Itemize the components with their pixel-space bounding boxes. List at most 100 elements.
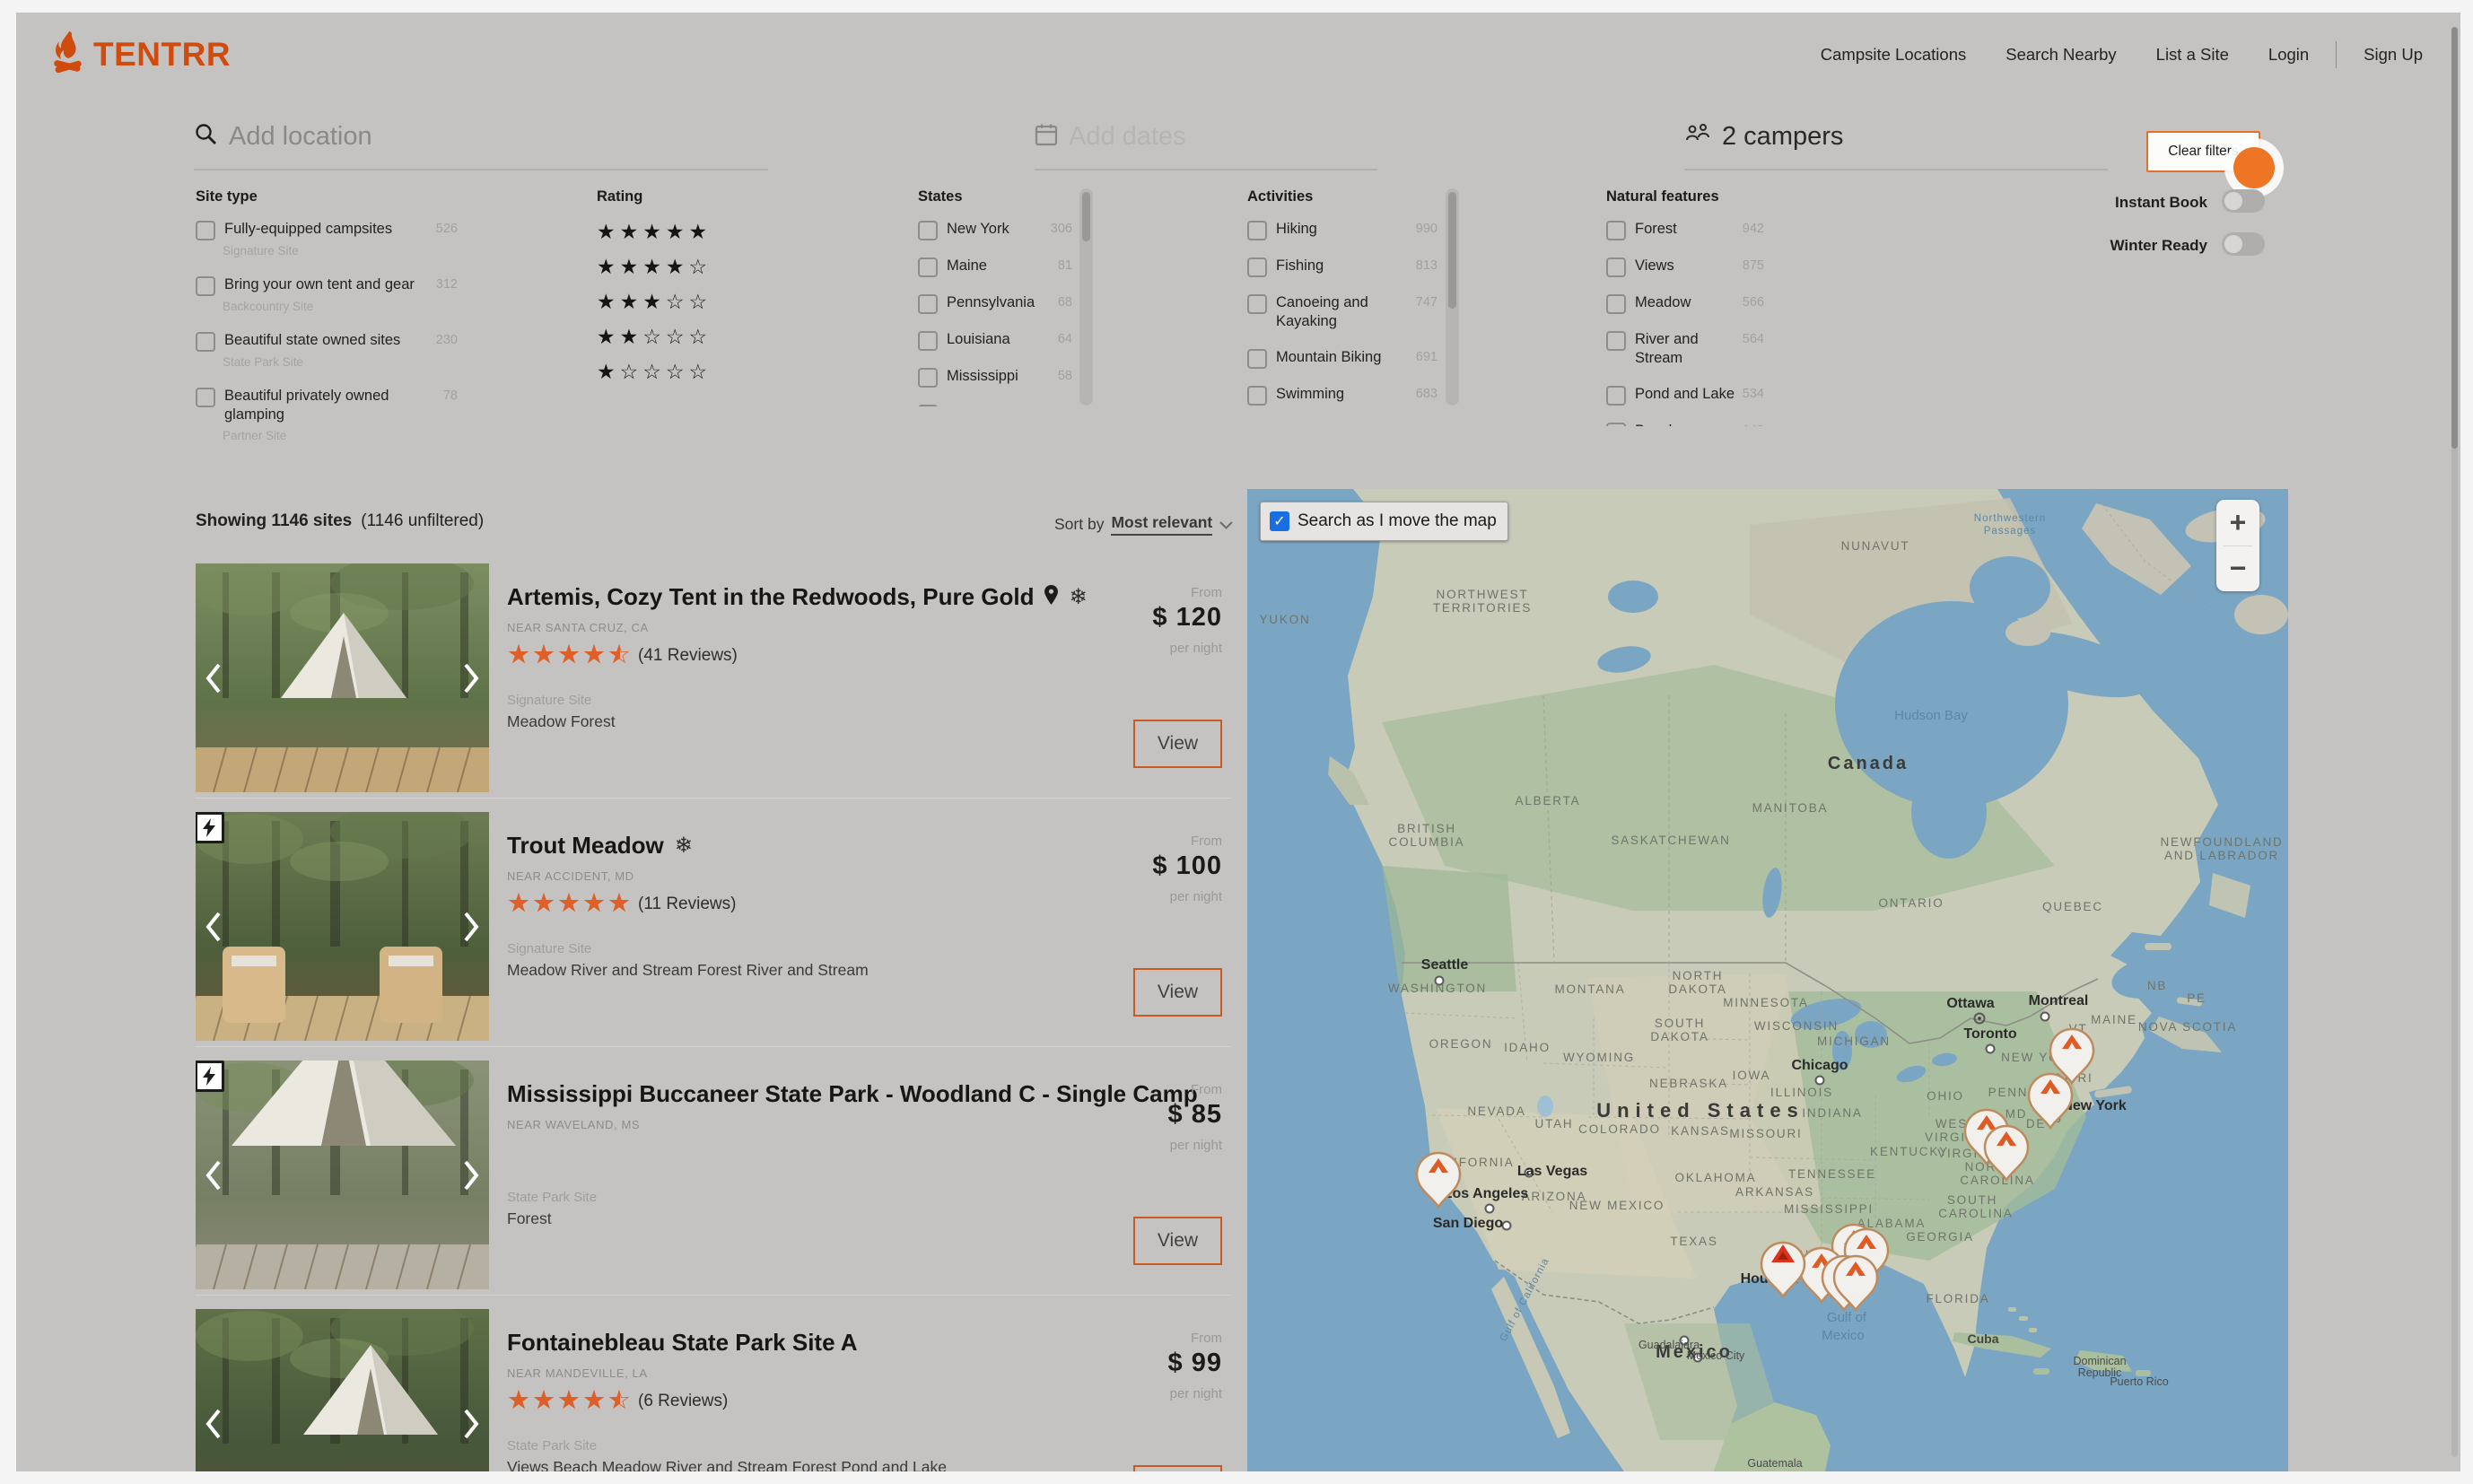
location-search-input[interactable]: Add location: [194, 118, 372, 154]
checkbox-icon[interactable]: [918, 294, 938, 314]
filter-checkbox-row[interactable]: Beach149: [1606, 422, 1764, 426]
site-title[interactable]: Artemis, Cozy Tent in the Redwoods, Pure…: [507, 583, 1088, 611]
carousel-prev-icon[interactable]: [203, 909, 224, 945]
zoom-out-button[interactable]: −: [2216, 546, 2259, 592]
checkbox-icon[interactable]: [1606, 386, 1626, 406]
checkbox-icon[interactable]: [1606, 294, 1626, 314]
checkbox-icon[interactable]: [1247, 221, 1267, 240]
instant-book-toggle[interactable]: [2222, 189, 2265, 213]
activities-scrollbar[interactable]: [1446, 188, 1459, 406]
checkbox-icon[interactable]: [1247, 386, 1267, 406]
winter-ready-toggle[interactable]: [2222, 232, 2265, 256]
view-button[interactable]: View: [1133, 1465, 1222, 1471]
filter-checkbox-row[interactable]: River and Stream564: [1606, 330, 1764, 369]
checkbox-icon[interactable]: [918, 331, 938, 351]
view-button[interactable]: View: [1133, 968, 1222, 1017]
nav-campsite-locations[interactable]: Campsite Locations: [1821, 45, 1966, 65]
filter-checkbox-row[interactable]: Mississippi58: [918, 367, 1072, 388]
rating-filter-row-1-stars[interactable]: ★☆☆☆☆: [597, 360, 712, 384]
campsite-photo[interactable]: [196, 812, 489, 1041]
browser-scrollbar-thumb[interactable]: [2451, 27, 2458, 449]
carousel-next-icon[interactable]: [460, 909, 482, 945]
filter-checkbox-row[interactable]: Bring your own tent and gear312: [196, 275, 458, 296]
tentrr-logo[interactable]: TENTRR: [50, 31, 231, 78]
rating-filter-row-4-stars[interactable]: ★★★★☆: [597, 255, 712, 279]
campsite-photo[interactable]: [196, 1061, 489, 1289]
checkbox-icon[interactable]: [918, 368, 938, 388]
checkbox-icon[interactable]: [918, 221, 938, 240]
sort-control[interactable]: Sort by Most relevant: [1054, 513, 1233, 536]
search-as-move-control[interactable]: ✓ Search as I move the map: [1260, 502, 1508, 541]
site-location: NEAR MANDEVILLE, LA: [507, 1366, 648, 1380]
rating-filter-row-5-stars[interactable]: ★★★★★: [597, 220, 712, 244]
carousel-prev-icon[interactable]: [203, 1406, 224, 1442]
rating-filter-row-2-stars[interactable]: ★★☆☆☆: [597, 325, 712, 349]
filter-checkbox-row[interactable]: Swimming683: [1247, 385, 1437, 406]
column-title: Natural features: [1606, 188, 1764, 205]
filter-checkbox-row[interactable]: Views875: [1606, 257, 1764, 277]
view-button[interactable]: View: [1133, 1217, 1222, 1265]
filter-checkbox-row[interactable]: California54: [918, 404, 1072, 406]
filter-checkbox-row[interactable]: Forest942: [1606, 220, 1764, 240]
checkbox-icon[interactable]: [196, 276, 215, 296]
site-title[interactable]: Trout Meadow❄: [507, 832, 693, 860]
checkbox-icon[interactable]: [1606, 221, 1626, 240]
filter-checkbox-row[interactable]: Fully-equipped campsites526: [196, 220, 458, 240]
campers-input[interactable]: 2 campers: [1684, 118, 1843, 154]
site-title[interactable]: Mississippi Buccaneer State Park - Woodl…: [507, 1080, 1198, 1108]
price-per-label: per night: [1170, 889, 1222, 904]
rating-filter-row-3-stars[interactable]: ★★★☆☆: [597, 290, 712, 314]
nav-login[interactable]: Login: [2268, 45, 2309, 65]
carousel-next-icon[interactable]: [460, 1157, 482, 1193]
carousel-prev-icon[interactable]: [203, 1157, 224, 1193]
reviews-count: (11 Reviews): [638, 895, 736, 914]
filter-checkbox-row[interactable]: Fishing813: [1247, 257, 1437, 277]
campsite-photo[interactable]: [196, 563, 489, 792]
filter-checkbox-row[interactable]: Canoeing and Kayaking747: [1247, 293, 1437, 332]
view-button[interactable]: View: [1133, 720, 1222, 768]
scrollbar-thumb[interactable]: [1448, 192, 1456, 309]
filter-checkbox-row[interactable]: Louisiana64: [918, 330, 1072, 351]
filter-checkbox-row[interactable]: Meadow566: [1606, 293, 1764, 314]
filter-checkbox-row[interactable]: Beautiful state owned sites230: [196, 331, 458, 352]
zoom-in-button[interactable]: +: [2216, 500, 2259, 546]
map-label: MD: [2005, 1107, 2028, 1121]
filter-checkbox-row[interactable]: New York306: [918, 220, 1072, 240]
nav-sign-up[interactable]: Sign Up: [2364, 45, 2423, 65]
site-features: Meadow Forest: [507, 712, 616, 731]
map[interactable]: CanadaUnited StatesMexicoHudson BayNorth…: [1247, 489, 2288, 1471]
nav-search-nearby[interactable]: Search Nearby: [2005, 45, 2116, 65]
filter-option-label: Beautiful state owned sites: [224, 331, 400, 350]
site-card: Trout Meadow❄NEAR ACCIDENT, MD☆☆☆☆☆★★★★★…: [196, 798, 1231, 1047]
checkbox-icon[interactable]: [1247, 258, 1267, 277]
states-scrollbar[interactable]: [1079, 188, 1093, 406]
checkbox-icon[interactable]: [196, 221, 215, 240]
campsite-photo[interactable]: [196, 1309, 489, 1471]
carousel-next-icon[interactable]: [460, 660, 482, 696]
filter-checkbox-row[interactable]: Pond and Lake534: [1606, 385, 1764, 406]
checkbox-icon[interactable]: [1606, 423, 1626, 426]
filter-checkbox-row[interactable]: Maine81: [918, 257, 1072, 277]
nav-list-a-site[interactable]: List a Site: [2156, 45, 2229, 65]
filter-checkbox-row[interactable]: Pennsylvania68: [918, 293, 1072, 314]
checkbox-checked-icon[interactable]: ✓: [1270, 511, 1289, 531]
checkbox-icon[interactable]: [1247, 349, 1267, 369]
checkbox-icon[interactable]: [918, 405, 938, 406]
scrollbar-thumb[interactable]: [1082, 192, 1090, 241]
carousel-prev-icon[interactable]: [203, 660, 224, 696]
filter-checkbox-row[interactable]: Mountain Biking691: [1247, 348, 1437, 369]
map-canvas[interactable]: CanadaUnited StatesMexicoHudson BayNorth…: [1247, 489, 2288, 1471]
checkbox-icon[interactable]: [1606, 331, 1626, 351]
filter-checkbox-row[interactable]: Hiking990: [1247, 220, 1437, 240]
carousel-next-icon[interactable]: [460, 1406, 482, 1442]
dates-input[interactable]: Add dates: [1035, 118, 1186, 154]
checkbox-icon[interactable]: [196, 388, 215, 407]
filter-checkbox-row[interactable]: Beautiful privately owned glamping78: [196, 387, 458, 425]
checkbox-icon[interactable]: [1606, 258, 1626, 277]
checkbox-icon[interactable]: [918, 258, 938, 277]
checkbox-icon[interactable]: [196, 332, 215, 352]
checkbox-icon[interactable]: [1247, 294, 1267, 314]
sort-value[interactable]: Most relevant: [1111, 513, 1212, 536]
site-title[interactable]: Fontainebleau State Park Site A: [507, 1329, 858, 1357]
map-pin-cluster[interactable]: [1761, 1243, 1805, 1296]
